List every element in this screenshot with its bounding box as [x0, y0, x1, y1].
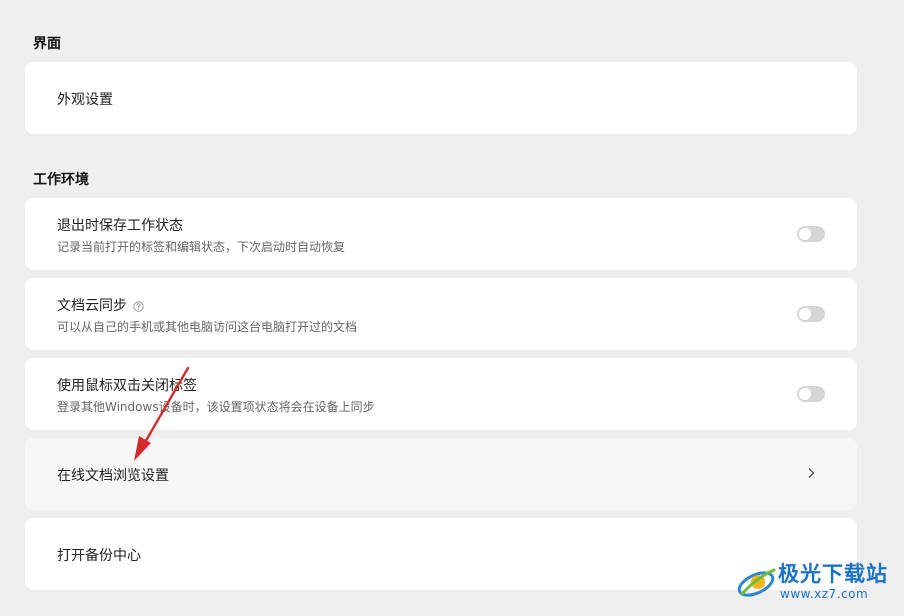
watermark: 极光下载站 www.xz7.com: [734, 556, 894, 608]
double-click-close-tab-item: 使用鼠标双击关闭标签 登录其他Windows设备时，该设置项状态将会在设备上同步: [25, 358, 857, 430]
open-backup-center-item[interactable]: 打开备份中心: [25, 518, 857, 590]
online-doc-browse-settings-label: 在线文档浏览设置: [57, 468, 169, 484]
section-title-interface: 界面: [33, 36, 61, 52]
save-work-state-label: 退出时保存工作状态: [57, 218, 183, 234]
doc-cloud-sync-title: 文档云同步: [57, 295, 144, 315]
appearance-settings-label: 外观设置: [57, 92, 113, 108]
watermark-url: www.xz7.com: [780, 587, 869, 601]
doc-cloud-sync-toggle[interactable]: [797, 306, 825, 322]
save-work-state-toggle[interactable]: [797, 226, 825, 242]
online-doc-browse-settings-item[interactable]: 在线文档浏览设置: [25, 438, 857, 510]
doc-cloud-sync-label: 文档云同步: [57, 298, 127, 314]
toggle-knob: [799, 228, 811, 240]
doc-cloud-sync-item: 文档云同步 可以从自己的手机或其他电脑访问这台电脑打开过的文档: [25, 278, 857, 350]
open-backup-center-label: 打开备份中心: [57, 548, 141, 564]
save-work-state-item: 退出时保存工作状态 记录当前打开的标签和编辑状态，下次启动时自动恢复: [25, 198, 857, 270]
chevron-right-icon: [808, 468, 815, 478]
double-click-close-tab-toggle[interactable]: [797, 386, 825, 402]
appearance-settings-item[interactable]: 外观设置: [25, 62, 857, 134]
double-click-close-tab-desc: 登录其他Windows设备时，该设置项状态将会在设备上同步: [57, 400, 375, 414]
toggle-knob: [799, 388, 811, 400]
watermark-logo-icon: [737, 568, 776, 597]
section-title-workspace: 工作环境: [33, 172, 89, 188]
watermark-brand: 极光下载站: [778, 562, 888, 586]
toggle-knob: [799, 308, 811, 320]
doc-cloud-sync-desc: 可以从自己的手机或其他电脑访问这台电脑打开过的文档: [57, 320, 358, 334]
save-work-state-desc: 记录当前打开的标签和编辑状态，下次启动时自动恢复: [57, 240, 346, 254]
help-circle-icon[interactable]: [133, 300, 144, 312]
double-click-close-tab-label: 使用鼠标双击关闭标签: [57, 378, 197, 394]
